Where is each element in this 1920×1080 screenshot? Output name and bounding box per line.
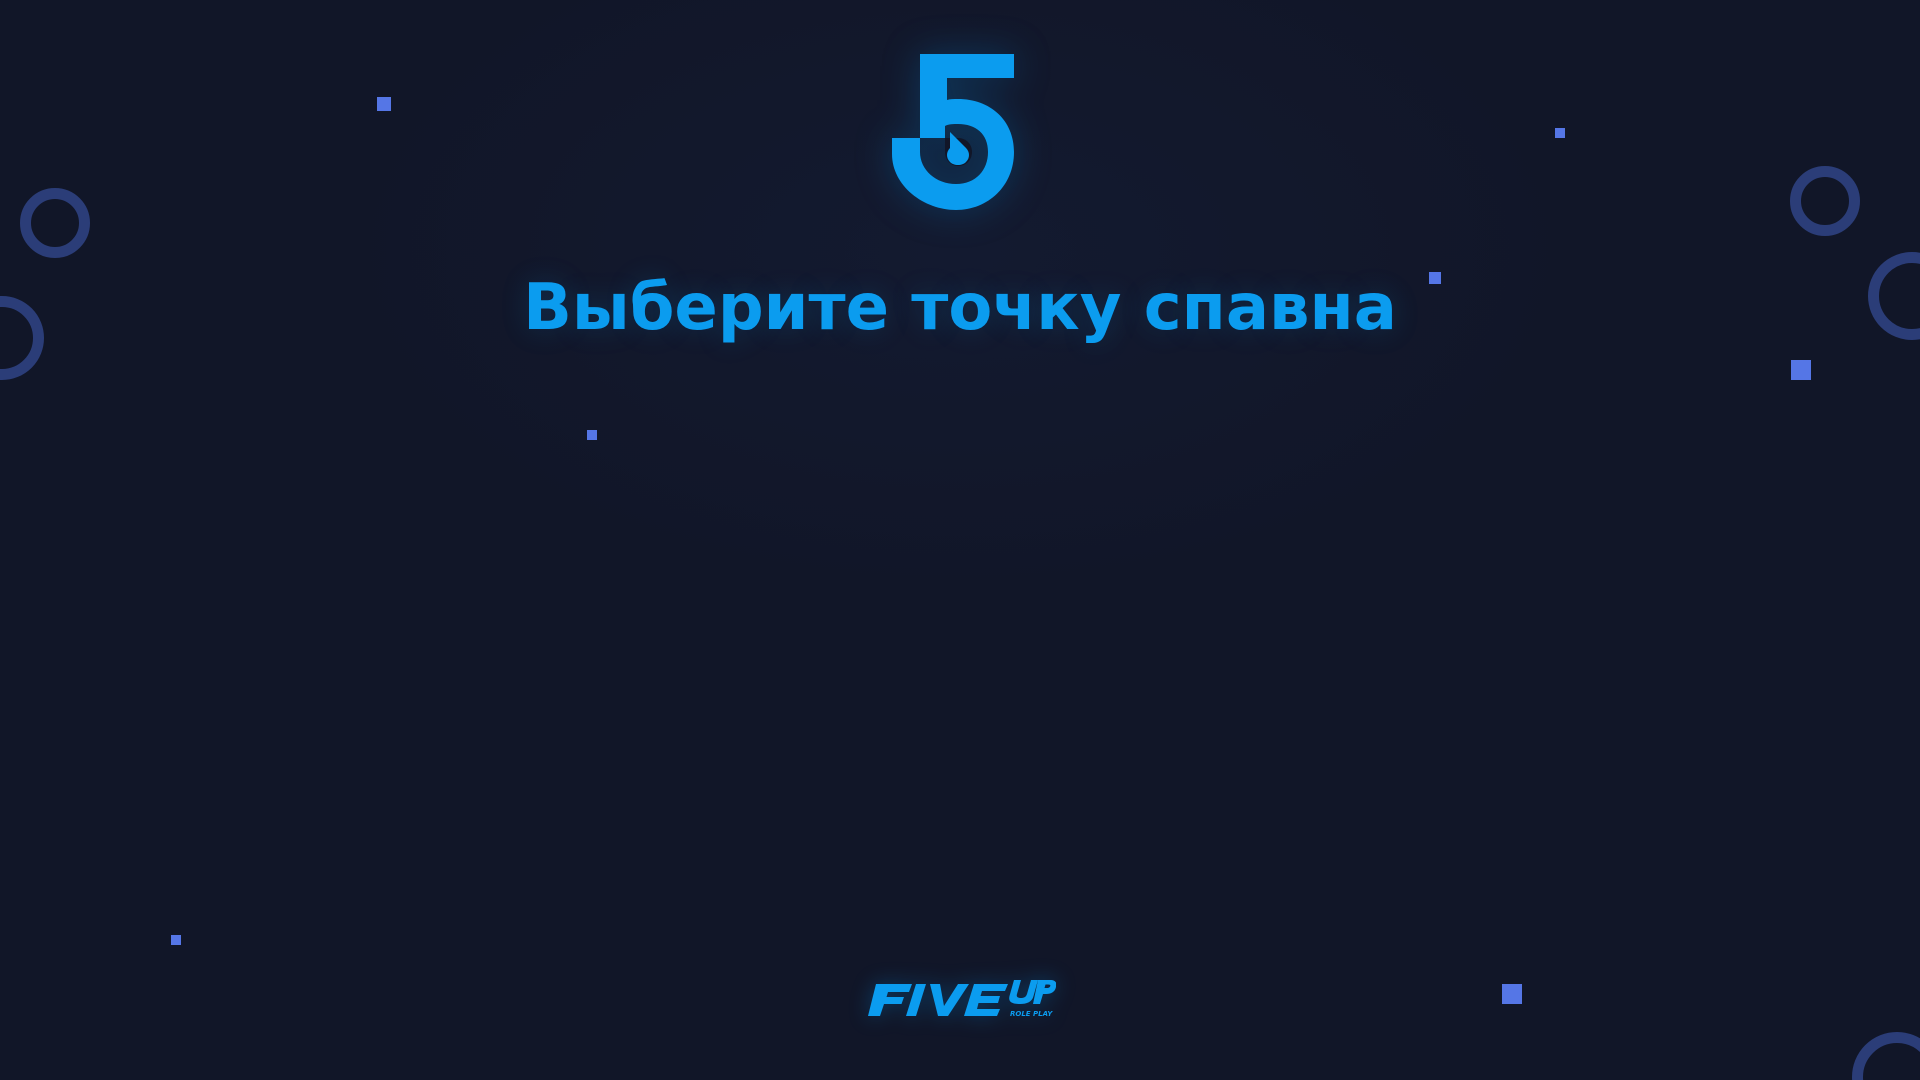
decor-square-icon (587, 430, 597, 440)
spawn-select-screen: Выберите точку спавна ROLE PLAY (0, 0, 1920, 1080)
decor-ring-icon (20, 188, 90, 258)
brand-tagline: ROLE PLAY (1010, 1010, 1053, 1018)
decor-square-icon (1791, 360, 1811, 380)
five-up-5-logo-icon (892, 54, 1014, 210)
decor-ring-icon (1790, 166, 1860, 236)
page-title: Выберите точку спавна (523, 271, 1397, 345)
decor-square-icon (1502, 984, 1522, 1004)
decor-square-icon (1555, 128, 1565, 138)
decor-square-icon (377, 97, 391, 111)
five-up-brand-logo: ROLE PLAY (868, 980, 1056, 1018)
decor-ring-icon (1852, 1032, 1920, 1080)
decor-square-icon (171, 935, 181, 945)
